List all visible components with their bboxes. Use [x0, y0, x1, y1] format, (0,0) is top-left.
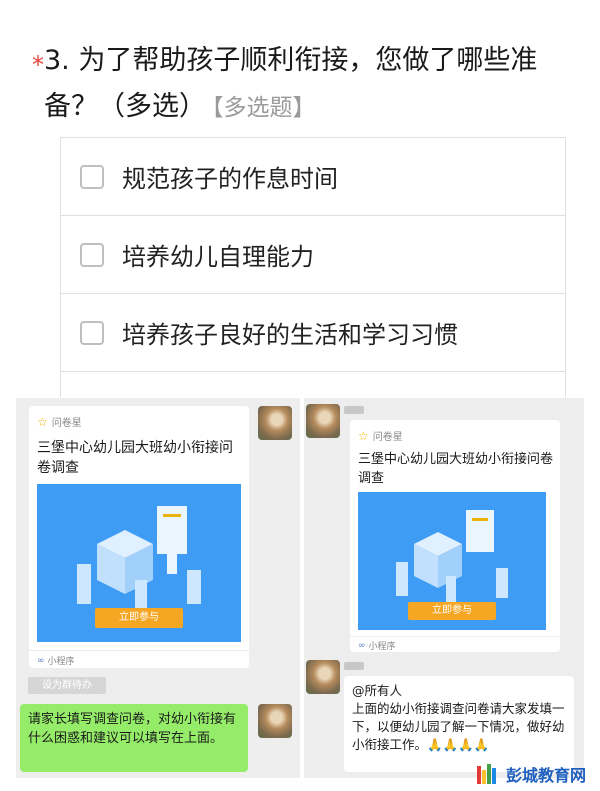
option-item[interactable]: 规范孩子的作息时间: [61, 138, 565, 216]
avatar[interactable]: [258, 406, 292, 440]
watermark-text: 彭城教育网: [505, 766, 586, 785]
chat-panel-right: ☆ 问卷星 三堡中心幼儿园大班幼小衔接问卷调查 立即参与 ∞ 小程序 @所有人 …: [304, 398, 584, 778]
link-icon: ∞: [358, 640, 366, 651]
card-title: 三堡中心幼儿园大班幼小衔接问卷调查: [37, 440, 233, 476]
brand-name: 问卷星: [51, 418, 82, 429]
option-label: 培养幼儿自理能力: [122, 243, 314, 271]
required-mark: *: [32, 51, 44, 79]
checkbox[interactable]: [80, 164, 104, 189]
question-type-tag: 【多选题】: [212, 95, 316, 121]
option-label: 培养孩子良好的生活和学习习惯: [122, 321, 458, 349]
mini-program-card[interactable]: ☆ 问卷星 三堡中心幼儿园大班幼小衔接问卷调查 立即参与 ∞ 小程序: [29, 406, 249, 668]
card-title: 三堡中心幼儿园大班幼小衔接问卷调查: [358, 452, 554, 486]
card-brand: ☆ 问卷星: [358, 428, 403, 444]
card-banner: 立即参与: [37, 484, 241, 642]
brand-name: 问卷星: [372, 432, 403, 443]
avatar[interactable]: [258, 704, 292, 738]
checkbox[interactable]: [80, 242, 104, 267]
card-banner: 立即参与: [358, 492, 546, 630]
message-bubble[interactable]: 请家长填写调查问卷，对幼小衔接有什么困惑和建议可以填写在上面。: [20, 704, 248, 772]
sender-name: [344, 662, 364, 670]
divider: [29, 650, 249, 651]
watermark: 彭城教育网: [476, 762, 586, 786]
card-footer: ∞ 小程序: [37, 654, 75, 668]
message-bubble[interactable]: @所有人 上面的幼小衔接调查问卷请大家发填一下，以便幼儿园了解一下情况，做好幼小…: [344, 676, 574, 772]
option-item[interactable]: 培养孩子良好的生活和学习习惯: [61, 294, 565, 372]
sender-name: [344, 406, 364, 414]
footer-label: 小程序: [368, 642, 396, 652]
books-icon: [476, 764, 501, 784]
star-icon: ☆: [37, 414, 48, 429]
mini-program-card[interactable]: ☆ 问卷星 三堡中心幼儿园大班幼小衔接问卷调查 立即参与 ∞ 小程序: [350, 420, 560, 652]
chat-panel-left: ☆ 问卷星 三堡中心幼儿园大班幼小衔接问卷调查 立即参与 ∞ 小程序 设为群待办…: [16, 398, 304, 778]
card-brand: ☆ 问卷星: [37, 414, 82, 430]
option-item[interactable]: 培养幼儿自理能力: [61, 216, 565, 294]
join-button[interactable]: 立即参与: [408, 602, 496, 620]
options-list: 规范孩子的作息时间 培养幼儿自理能力 培养孩子良好的生活和学习习惯: [60, 137, 566, 397]
avatar[interactable]: [306, 660, 340, 694]
footer-label: 小程序: [47, 657, 75, 667]
question-title: * 3. 为了帮助孩子顺利衔接，您做了哪些准备？（多选） 【多选题】: [32, 38, 564, 131]
option-label: 规范孩子的作息时间: [122, 165, 338, 193]
link-icon: ∞: [37, 655, 45, 666]
card-footer: ∞ 小程序: [358, 639, 396, 653]
option-item-partial: [61, 372, 565, 397]
checkbox[interactable]: [80, 320, 104, 345]
set-group-todo-button[interactable]: 设为群待办: [28, 677, 106, 694]
divider: [350, 636, 560, 637]
avatar[interactable]: [306, 404, 340, 438]
star-icon: ☆: [358, 428, 369, 443]
join-button[interactable]: 立即参与: [95, 608, 183, 628]
